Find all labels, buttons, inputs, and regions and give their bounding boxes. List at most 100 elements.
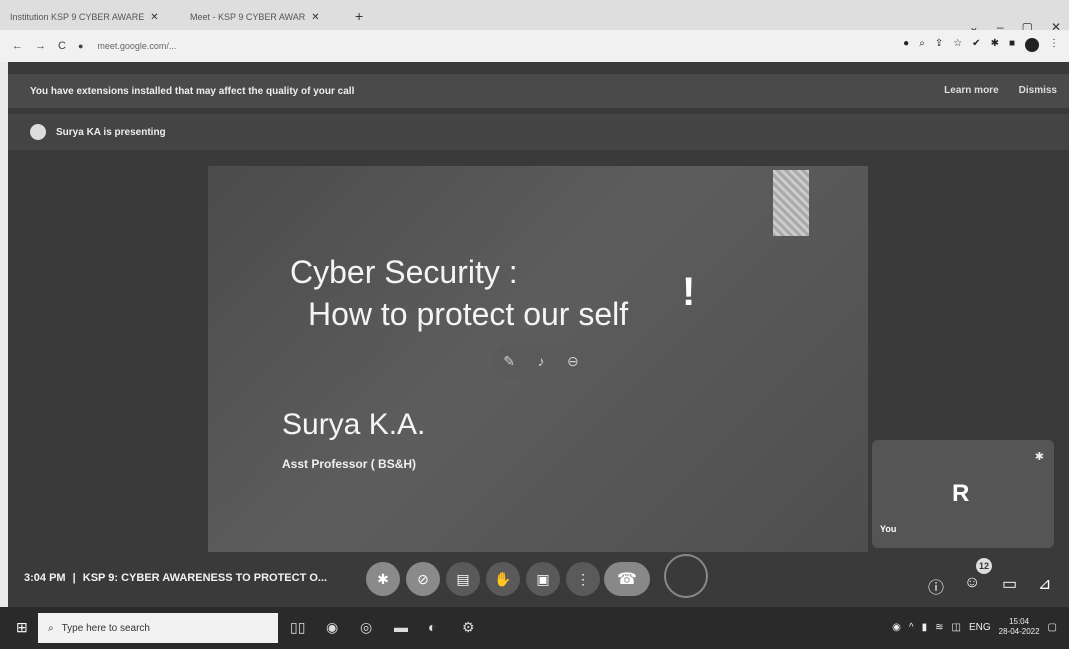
people-button[interactable]: ☺ [964,574,980,592]
menu-dots-icon[interactable]: ⋮ [1049,38,1059,52]
browser-tab[interactable]: Institution KSP 9 CYBER AWARE ✕ [4,6,184,28]
pin-icon[interactable]: ✎ [503,353,515,370]
language-indicator[interactable]: ENG [969,622,991,633]
tab-label: Institution KSP 9 CYBER AWARE [10,12,145,22]
mic-off-icon: ✱ [377,570,389,587]
meeting-details-button[interactable]: ⓘ [928,574,944,598]
network-icon[interactable]: ≋ [935,622,943,633]
self-label: You [880,524,897,534]
present-screen-button[interactable]: ▣ [526,562,560,596]
more-options-button[interactable]: ⋮ [566,562,600,596]
meeting-title: KSP 9: CYBER AWARENESS TO PROTECT O... [82,572,328,584]
file-explorer-icon[interactable]: ▬ [394,619,408,635]
presentation-slide: Cyber Security : How to protect our self… [208,166,868,556]
presenting-bar: Surya KA is presenting [8,114,1069,150]
address-bar-row: ← → C ● meet.google.com/... ● ⌕ ⇪ ☆ ✔ ✱ … [0,30,1069,62]
mute-audio-icon[interactable]: ♪ [537,353,544,369]
bookmark-star-icon[interactable]: ☆ [953,38,962,52]
tray-app-icon[interactable]: ◉ [892,622,901,633]
app-icon[interactable]: ◐ [428,619,436,635]
checkmark-extension-icon[interactable]: ✔ [972,38,980,52]
leave-call-button[interactable]: ☎ [604,562,650,596]
info-icon: ⓘ [928,580,945,597]
meet-call-area: You have extensions installed that may a… [8,62,1069,607]
extension-warning-banner: You have extensions installed that may a… [8,74,1069,108]
slide-title-line1: Cyber Security : [290,254,518,290]
dismiss-button[interactable]: Dismiss [1019,85,1057,96]
captions-button[interactable]: ▤ [446,562,480,596]
banner-actions: Learn more Dismiss [944,85,1057,96]
task-view-icon[interactable]: ▯▯ [290,619,305,636]
people-icon: ☺ [964,574,981,591]
remove-icon[interactable]: ⊖ [567,353,579,370]
edge-browser-icon[interactable]: ◉ [326,619,338,636]
self-initial-avatar: R [952,480,970,507]
presenting-text: Surya KA is presenting [56,126,166,138]
clock-date: 28-04-2022 [998,627,1040,636]
learn-more-link[interactable]: Learn more [944,85,998,96]
meeting-info: 3:04 PM | KSP 9: CYBER AWARENESS TO PROT… [24,572,327,584]
windows-taskbar: ⊞ ⌕ Type here to search ▯▯ ◉ ◎ ▬ ◐ ⚙ ◉ ^… [0,607,1069,649]
taskbar-search-box[interactable]: ⌕ Type here to search [38,613,278,643]
camera-toggle-button[interactable]: ⊘ [406,562,440,596]
chat-button[interactable]: ▭ [1002,574,1017,594]
slide-exclamation-mark: ! [682,270,696,314]
cursor-highlight-ring [664,554,708,598]
reload-button[interactable]: C [58,40,66,52]
captions-icon: ▤ [456,570,470,587]
search-placeholder: Type here to search [61,622,150,634]
system-tray: ◉ ^ ▮ ≋ ◫ ENG 15:04 28-04-2022 ▢ [892,617,1057,637]
people-count-badge: 12 [976,558,992,574]
hang-up-icon: ☎ [617,571,637,588]
slide-presenter-name: Surya K.A. [282,408,426,441]
close-tab-icon[interactable]: ✕ [150,12,158,23]
participant-thumbnail[interactable] [773,170,809,236]
camera-off-icon: ⊘ [417,570,429,587]
chrome-icon[interactable]: ◎ [360,619,372,636]
self-video-tile[interactable]: ✱ R You [872,440,1054,548]
zoom-icon[interactable]: ⌕ [919,38,925,52]
taskbar-clock[interactable]: 15:04 28-04-2022 [999,617,1040,637]
show-hidden-icons-icon[interactable]: ^ [909,622,914,633]
forward-button[interactable]: → [35,40,46,52]
volume-icon[interactable]: ◫ [952,622,961,633]
share-icon[interactable]: ⇪ [935,38,943,52]
battery-icon[interactable]: ▮ [922,622,928,633]
raise-hand-icon: ✋ [494,570,512,587]
activities-button[interactable]: ⊿ [1038,574,1051,594]
tab-label: Meet - KSP 9 CYBER AWAR [190,12,306,22]
separator: | [72,572,76,584]
notifications-icon[interactable]: ▢ [1048,622,1057,633]
search-icon: ⌕ [48,622,54,634]
back-button[interactable]: ← [12,40,23,52]
slide-presenter-role: Asst Professor ( BS&H) [282,457,417,471]
presenter-avatar [30,124,46,140]
lock-icon[interactable]: ● [78,41,83,51]
new-tab-button[interactable]: + [355,8,363,24]
nav-buttons: ← → C [12,40,66,52]
banner-text: You have extensions installed that may a… [30,85,355,97]
raise-hand-button[interactable]: ✋ [486,562,520,596]
meet-control-bar: 3:04 PM | KSP 9: CYBER AWARENESS TO PROT… [8,552,1069,607]
windows-start-icon[interactable]: ⊞ [16,619,28,636]
close-tab-icon[interactable]: ✕ [311,12,319,23]
camera-icon[interactable]: ● [903,38,909,52]
presentation-tile-controls: ✎ ♪ ⊖ [492,344,590,378]
more-options-icon: ⋮ [576,570,590,587]
activities-icon: ⊿ [1038,576,1052,593]
window-icon[interactable]: ■ [1009,38,1015,52]
extension-toolbar: ● ⌕ ⇪ ☆ ✔ ✱ ■ ⋮ [903,38,1059,52]
url-field[interactable]: meet.google.com/... [97,41,176,51]
browser-tab-bar: Institution KSP 9 CYBER AWARE ✕ Meet - K… [0,0,1069,34]
clock-time: 15:04 [1009,617,1030,626]
meeting-time: 3:04 PM [24,572,66,584]
slide-title-line2: How to protect our self [308,296,629,332]
profile-avatar[interactable] [1025,38,1039,52]
browser-tab-active[interactable]: Meet - KSP 9 CYBER AWAR ✕ [184,6,344,28]
settings-icon[interactable]: ⚙ [462,619,475,636]
puzzle-extensions-icon[interactable]: ✱ [991,38,999,52]
present-icon: ▣ [536,570,550,587]
chat-icon: ▭ [1002,576,1018,593]
microphone-toggle-button[interactable]: ✱ [366,562,400,596]
mic-muted-icon: ✱ [1034,451,1044,463]
